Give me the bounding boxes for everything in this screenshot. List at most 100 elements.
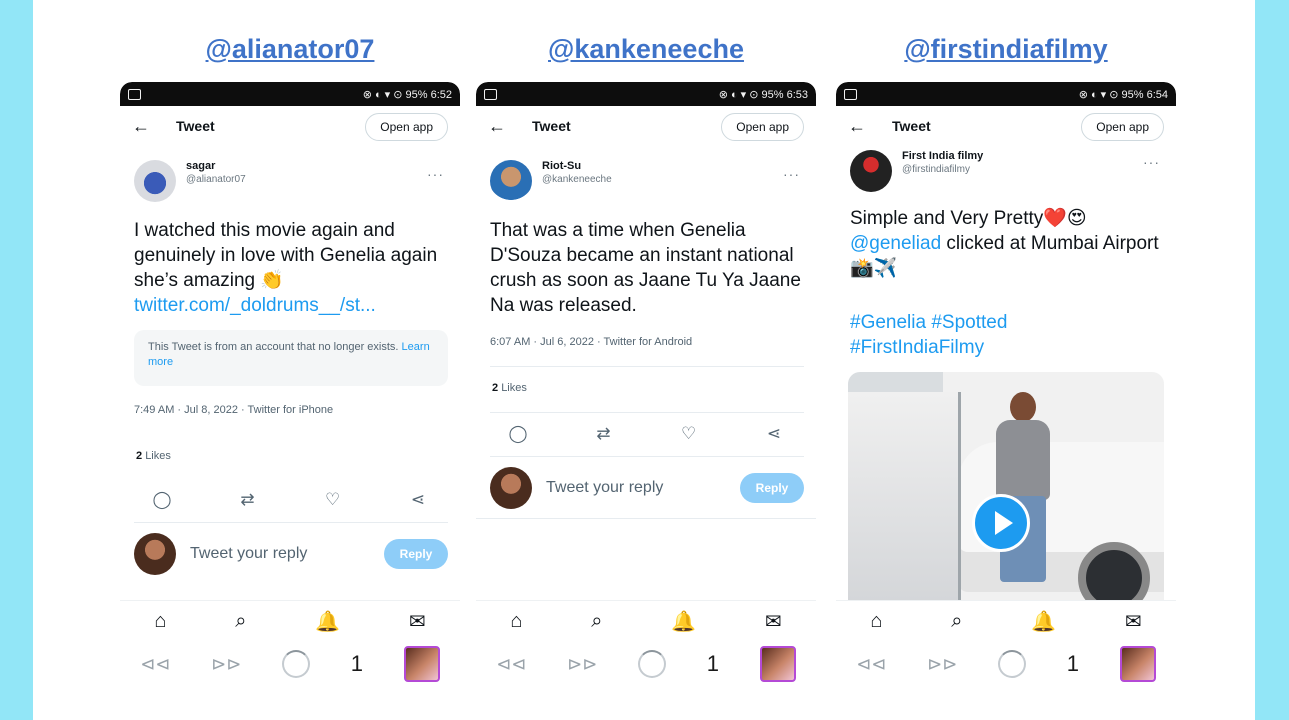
more-options-icon[interactable]: ···: [783, 166, 800, 182]
forward-icon[interactable]: ⊳⊳: [927, 654, 957, 675]
tab-count[interactable]: 1: [351, 651, 363, 677]
video-thumbnail[interactable]: [848, 372, 1164, 600]
reply-icon[interactable]: ◯: [500, 424, 536, 444]
phone-screen: ⊗ ◐ ▾ ⊙ 95% 6:54 ← Tweet Open app First …: [836, 82, 1176, 702]
search-icon[interactable]: ⌕: [951, 610, 962, 633]
car-door-image: [848, 392, 961, 600]
search-icon[interactable]: ⌕: [235, 610, 246, 633]
messages-icon[interactable]: ✉: [409, 609, 426, 634]
tweet-author[interactable]: sagar @alianator07: [134, 160, 246, 202]
phone-screen: ⊗ ◐ ▾ ⊙ 95% 6:52 ← Tweet Open app sagar …: [120, 82, 460, 702]
tweet-link[interactable]: twitter.com/_doldrums__/st...: [134, 295, 376, 316]
account-notice: This Tweet is from an account that no lo…: [134, 330, 448, 386]
author-name[interactable]: First India filmy: [902, 150, 983, 162]
mention-link[interactable]: @geneliad: [850, 233, 941, 254]
status-indicators: ⊗ ◐ ▾ ⊙ 95% 6:54: [1078, 88, 1168, 101]
browser-bar: ⊲⊲ ⊳⊳ 1: [476, 642, 816, 686]
status-bar: ⊗ ◐ ▾ ⊙ 95% 6:54: [836, 82, 1176, 106]
reply-input[interactable]: Tweet your reply: [546, 479, 740, 497]
tweet-text: I watched this movie again and genuinely…: [134, 218, 450, 318]
tweet-timestamp: 6:07 AM · Jul 6, 2022 · Twitter for Andr…: [490, 336, 693, 348]
rewind-icon[interactable]: ⊲⊲: [856, 654, 886, 675]
reply-button[interactable]: Reply: [384, 539, 448, 569]
likes-count[interactable]: 2 Likes: [492, 382, 527, 394]
open-app-button[interactable]: Open app: [365, 113, 448, 141]
play-icon[interactable]: [972, 494, 1030, 552]
home-icon[interactable]: ⌂: [510, 610, 522, 633]
notifications-icon[interactable]: 🔔: [315, 609, 340, 634]
share-icon[interactable]: ⋖: [400, 490, 436, 510]
status-bar: ⊗ ◐ ▾ ⊙ 95% 6:53: [476, 82, 816, 106]
forward-icon[interactable]: ⊳⊳: [567, 654, 597, 675]
like-icon[interactable]: ♡: [671, 424, 707, 444]
gallery-icon: [128, 88, 141, 100]
rewind-icon[interactable]: ⊲⊲: [140, 654, 170, 675]
likes-number: 2: [492, 382, 499, 394]
tab-count[interactable]: 1: [707, 651, 719, 677]
gallery-icon: [484, 88, 497, 100]
home-icon[interactable]: ⌂: [154, 610, 166, 633]
likes-count[interactable]: 2 Likes: [136, 450, 171, 462]
tweet-actions: ◯ ⇄ ♡ ⋖: [144, 490, 436, 510]
author-handle[interactable]: @firstindiafilmy: [902, 164, 983, 175]
reply-composer: Tweet your reply Reply: [490, 466, 804, 510]
author-handle[interactable]: @kankeneeche: [542, 174, 612, 185]
author-name[interactable]: sagar: [186, 160, 246, 172]
author-name[interactable]: Riot-Su: [542, 160, 612, 172]
like-icon[interactable]: ♡: [315, 490, 351, 510]
forward-icon[interactable]: ⊳⊳: [211, 654, 241, 675]
tab-count[interactable]: 1: [1067, 651, 1079, 677]
tweet-actions: ◯ ⇄ ♡ ⋖: [500, 424, 792, 444]
divider: [490, 366, 804, 367]
tweet-author[interactable]: Riot-Su @kankeneeche: [490, 160, 612, 202]
bottom-nav: ⌂ ⌕ 🔔 ✉: [120, 600, 460, 641]
retweet-icon[interactable]: ⇄: [585, 424, 621, 444]
browser-bar: ⊲⊲ ⊳⊳ 1: [836, 642, 1176, 686]
more-options-icon[interactable]: ···: [1143, 154, 1160, 170]
status-bar: ⊗ ◐ ▾ ⊙ 95% 6:52: [120, 82, 460, 106]
author-avatar[interactable]: [134, 160, 176, 202]
tweet-body: Simple and Very Pretty❤️😍: [850, 208, 1087, 229]
open-app-button[interactable]: Open app: [721, 113, 804, 141]
bottom-nav: ⌂ ⌕ 🔔 ✉: [836, 600, 1176, 641]
author-avatar[interactable]: [850, 150, 892, 192]
profile-thumbnail[interactable]: [403, 646, 440, 682]
retweet-icon[interactable]: ⇄: [229, 490, 265, 510]
tweet-author[interactable]: First India filmy @firstindiafilmy: [850, 150, 983, 192]
back-arrow-icon[interactable]: ←: [132, 116, 162, 137]
profile-thumbnail[interactable]: [759, 646, 796, 682]
share-icon[interactable]: ⋖: [756, 424, 792, 444]
panel-handle-title[interactable]: @alianator07: [120, 34, 460, 65]
header-title: Tweet: [176, 118, 215, 134]
panel-handle-title[interactable]: @firstindiafilmy: [836, 34, 1176, 65]
home-icon[interactable]: ⌂: [870, 610, 882, 633]
author-avatar[interactable]: [490, 160, 532, 202]
profile-thumbnail[interactable]: [1119, 646, 1156, 682]
notifications-icon[interactable]: 🔔: [1031, 609, 1056, 634]
likes-label: Likes: [501, 382, 527, 394]
divider: [490, 456, 804, 457]
more-options-icon[interactable]: ···: [427, 166, 444, 182]
hashtag-line-1[interactable]: #Genelia #Spotted: [850, 312, 1007, 333]
gallery-icon: [844, 88, 857, 100]
author-handle[interactable]: @alianator07: [186, 174, 246, 185]
back-arrow-icon[interactable]: ←: [848, 116, 878, 137]
reply-button[interactable]: Reply: [740, 473, 804, 503]
tweet-header: ← Tweet Open app: [836, 106, 1176, 146]
messages-icon[interactable]: ✉: [1125, 609, 1142, 634]
bottom-nav: ⌂ ⌕ 🔔 ✉: [476, 600, 816, 641]
back-arrow-icon[interactable]: ←: [488, 116, 518, 137]
panel-handle-title[interactable]: @kankeneeche: [476, 34, 816, 65]
tweet-header: ← Tweet Open app: [120, 106, 460, 146]
reply-icon[interactable]: ◯: [144, 490, 180, 510]
divider: [476, 518, 816, 519]
divider: [490, 412, 804, 413]
hashtag-line-2[interactable]: #FirstIndiaFilmy: [850, 337, 984, 358]
open-app-button[interactable]: Open app: [1081, 113, 1164, 141]
tweet-text: Simple and Very Pretty❤️😍 @geneliad clic…: [850, 206, 1166, 281]
notifications-icon[interactable]: 🔔: [671, 609, 696, 634]
search-icon[interactable]: ⌕: [591, 610, 602, 633]
reply-input[interactable]: Tweet your reply: [190, 545, 384, 563]
messages-icon[interactable]: ✉: [765, 609, 782, 634]
rewind-icon[interactable]: ⊲⊲: [496, 654, 526, 675]
